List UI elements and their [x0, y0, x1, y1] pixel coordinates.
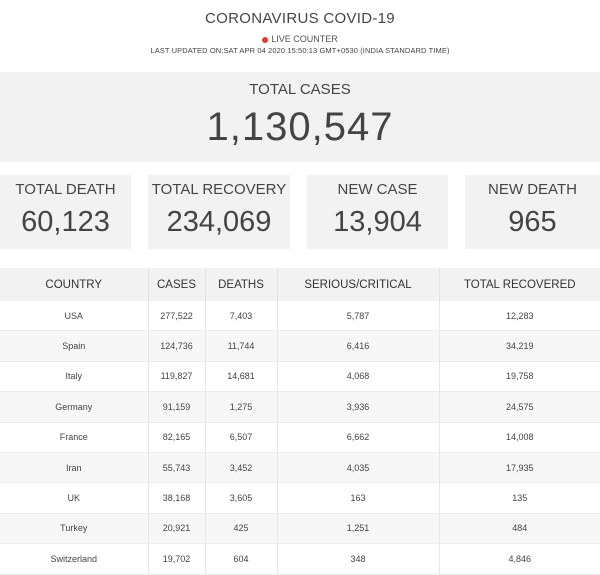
total-cases-value: 1,130,547	[206, 105, 394, 149]
last-updated-text: LAST UPDATED ON:SAT APR 04 2020 15:50:13…	[150, 46, 450, 55]
page-header: CORONAVIRUS COVID-19 LIVE COUNTER LAST U…	[0, 0, 600, 62]
column-header-total-recovered[interactable]: TOTAL RECOVERED	[439, 268, 600, 301]
cell-total-recovered: 17,935	[439, 452, 600, 484]
cell-total-recovered: 34,219	[439, 330, 600, 362]
cell-total-recovered: 24,575	[439, 391, 600, 423]
cell-deaths: 11,744	[205, 330, 278, 362]
cell-deaths: 6,507	[205, 422, 278, 453]
table-row: Iran 55,743 3,452 4,035 17,935	[0, 452, 600, 484]
cell-serious-critical: 5,787	[277, 301, 440, 332]
cell-total-recovered: 14,008	[439, 422, 600, 453]
stat-label: TOTAL DEATH	[15, 181, 116, 198]
stat-value: 13,904	[333, 206, 422, 238]
column-header-country[interactable]: COUNTRY	[0, 268, 149, 301]
live-dot-icon	[262, 36, 269, 43]
cell-serious-critical: 348	[277, 543, 440, 575]
cell-serious-critical: 163	[277, 482, 440, 514]
cell-country: Turkey	[0, 513, 149, 545]
cell-country: France	[0, 422, 149, 453]
page-title: CORONAVIRUS COVID-19	[205, 10, 395, 27]
cell-serious-critical: 6,416	[277, 330, 440, 362]
cell-country: Iran	[0, 452, 149, 484]
column-header-deaths[interactable]: DEATHS	[205, 268, 278, 301]
cell-deaths: 1,275	[205, 391, 278, 423]
cell-total-recovered: 4,846	[439, 543, 600, 575]
cell-cases: 20,921	[148, 513, 206, 545]
cell-total-recovered: 19,758	[439, 361, 600, 393]
cell-country: Italy	[0, 361, 149, 393]
table-row: Germany 91,159 1,275 3,936 24,575	[0, 391, 600, 423]
cell-serious-critical: 6,662	[277, 422, 440, 453]
cell-country: Spain	[0, 330, 149, 362]
total-cases-panel: TOTAL CASES 1,130,547	[0, 72, 600, 162]
column-header-cases[interactable]: CASES	[148, 268, 206, 301]
cell-cases: 82,165	[148, 422, 206, 453]
stat-total-recovery: TOTAL RECOVERY 234,069	[148, 175, 290, 249]
cell-cases: 38,168	[148, 482, 206, 514]
table-row: Italy 119,827 14,681 4,068 19,758	[0, 361, 600, 393]
table-row: Turkey 20,921 425 1,251 484	[0, 513, 600, 545]
stat-new-case: NEW CASE 13,904	[307, 175, 448, 249]
stat-label: TOTAL RECOVERY	[151, 181, 287, 198]
stat-label: NEW CASE	[337, 181, 418, 198]
cell-total-recovered: 135	[439, 482, 600, 514]
cell-cases: 19,702	[148, 543, 206, 575]
cell-country: UK	[0, 482, 149, 514]
cell-country: USA	[0, 301, 149, 332]
cell-country: Germany	[0, 391, 149, 423]
table-row: UK 38,168 3,605 163 135	[0, 482, 600, 514]
total-cases-label: TOTAL CASES	[249, 81, 351, 98]
live-counter-label: LIVE COUNTER	[271, 34, 338, 44]
cell-cases: 124,736	[148, 330, 206, 362]
table-row: USA 277,522 7,403 5,787 12,283	[0, 301, 600, 332]
table-row: France 82,165 6,507 6,662 14,008	[0, 422, 600, 453]
table-row: Switzerland 19,702 604 348 4,846	[0, 543, 600, 575]
cell-cases: 119,827	[148, 361, 206, 393]
cell-total-recovered: 484	[439, 513, 600, 545]
cell-serious-critical: 3,936	[277, 391, 440, 423]
column-header-serious-critical[interactable]: SERIOUS/CRITICAL	[277, 268, 440, 301]
stat-value: 60,123	[21, 206, 110, 238]
stat-value: 234,069	[166, 206, 272, 238]
cell-deaths: 604	[205, 543, 278, 575]
cell-deaths: 3,605	[205, 482, 278, 514]
cell-cases: 55,743	[148, 452, 206, 484]
cell-country: Switzerland	[0, 543, 149, 575]
cell-serious-critical: 4,035	[277, 452, 440, 484]
stat-new-death: NEW DEATH 965	[465, 175, 600, 249]
cell-total-recovered: 12,283	[439, 301, 600, 332]
cell-cases: 91,159	[148, 391, 206, 423]
stat-label: NEW DEATH	[488, 181, 577, 198]
cell-deaths: 7,403	[205, 301, 278, 332]
cell-deaths: 14,681	[205, 361, 278, 393]
cell-serious-critical: 1,251	[277, 513, 440, 545]
cell-cases: 277,522	[148, 301, 206, 332]
country-table: COUNTRY CASES DEATHS SERIOUS/CRITICAL TO…	[0, 268, 600, 575]
table-header-row: COUNTRY CASES DEATHS SERIOUS/CRITICAL TO…	[0, 268, 600, 301]
stat-value: 965	[508, 206, 557, 238]
stat-total-death: TOTAL DEATH 60,123	[0, 175, 131, 249]
cell-serious-critical: 4,068	[277, 361, 440, 393]
live-counter: LIVE COUNTER	[0, 34, 600, 45]
table-row: Spain 124,736 11,744 6,416 34,219	[0, 330, 600, 362]
cell-deaths: 425	[205, 513, 278, 545]
cell-deaths: 3,452	[205, 452, 278, 484]
